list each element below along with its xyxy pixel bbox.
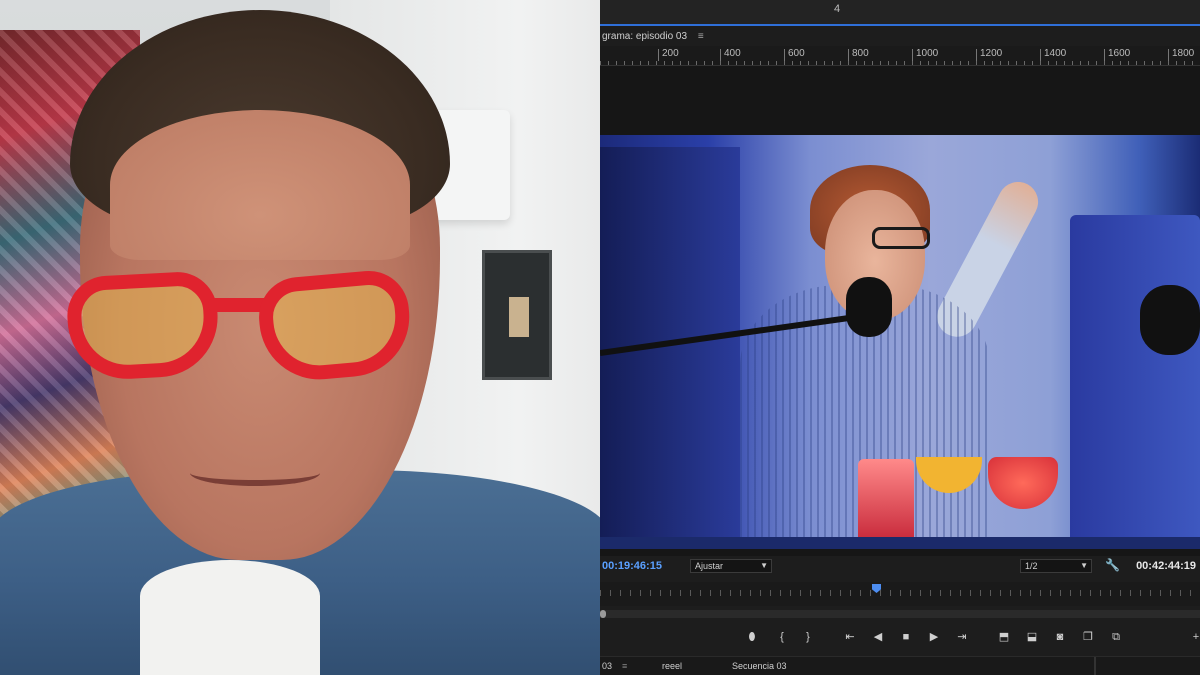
person-mouth bbox=[190, 460, 320, 486]
ruler-tick: 1200 bbox=[976, 49, 1002, 61]
woman-glasses bbox=[872, 227, 930, 249]
podcast-microphone bbox=[846, 277, 892, 337]
step-back-button[interactable]: ◀ bbox=[868, 628, 888, 646]
program-monitor-title[interactable]: grama: episodio 03 ≡ bbox=[600, 28, 704, 46]
safe-margins-button[interactable]: ⧉ bbox=[1106, 628, 1126, 646]
mark-out-button[interactable]: } bbox=[798, 628, 818, 646]
step-forward-button[interactable]: ▶ bbox=[924, 628, 944, 646]
zoom-fit-dropdown[interactable]: Ajustar ▼ bbox=[690, 559, 772, 573]
wrench-icon[interactable]: 🔧 bbox=[1105, 558, 1120, 572]
editor-top-bar: 4 bbox=[600, 0, 1200, 26]
ruler-tick: 200 bbox=[658, 49, 679, 61]
video-frame[interactable] bbox=[600, 135, 1200, 549]
tab-reeel[interactable]: reeel bbox=[662, 661, 682, 671]
zoom-scrollbar[interactable] bbox=[600, 610, 1200, 618]
chevron-down-icon: ▼ bbox=[760, 561, 768, 570]
add-marker-button[interactable]: ⬮ bbox=[742, 628, 762, 646]
program-monitor[interactable] bbox=[600, 66, 1200, 556]
picture-frame bbox=[482, 250, 552, 380]
time-ruler[interactable]: 200 400 600 800 1000 1200 1400 1600 1800 bbox=[600, 46, 1200, 66]
scroll-handle[interactable] bbox=[600, 610, 606, 618]
extract-button[interactable]: ⬓ bbox=[1022, 628, 1042, 646]
transport-controls: ⬮ {} ⇤ ◀ ■ ▶ ⇥ ⬒ ⬓ ◙ ❐ ⧉ + bbox=[600, 622, 1200, 652]
go-to-out-button[interactable]: ⇥ bbox=[952, 628, 972, 646]
red-glasses bbox=[65, 262, 428, 385]
current-timecode[interactable]: 00:19:46:15 bbox=[602, 560, 662, 572]
add-button-button[interactable]: + bbox=[1186, 628, 1200, 646]
comparison-view-button[interactable]: ❐ bbox=[1078, 628, 1098, 646]
panel-divider bbox=[1094, 657, 1096, 675]
tab-secuencia-03[interactable]: Secuencia 03 bbox=[732, 661, 787, 671]
ruler-tick: 1400 bbox=[1040, 49, 1066, 61]
red-cocktail bbox=[858, 459, 914, 549]
ruler-tick: 1800 bbox=[1168, 49, 1194, 61]
program-monitor-label: grama: episodio 03 bbox=[602, 31, 688, 42]
second-microphone bbox=[1140, 285, 1200, 355]
table-edge bbox=[600, 537, 1200, 549]
lift-button[interactable]: ⬒ bbox=[994, 628, 1014, 646]
hamburger-menu-icon[interactable]: ≡ bbox=[622, 661, 627, 671]
export-frame-button[interactable]: ◙ bbox=[1050, 628, 1070, 646]
playhead-scrubber[interactable] bbox=[600, 582, 1200, 606]
pink-cocktail bbox=[988, 457, 1058, 509]
zoom-fit-value: Ajustar bbox=[695, 561, 724, 571]
tab-03[interactable]: 03 bbox=[602, 661, 612, 671]
stop-button[interactable]: ■ bbox=[896, 628, 916, 646]
monitor-controls: 00:19:46:15 Ajustar ▼ 1/2 ▼ 🔧 00:42:44:1… bbox=[600, 558, 1200, 578]
video-editor: 4 grama: episodio 03 ≡ 200 400 600 800 1… bbox=[600, 0, 1200, 675]
bottom-panel-tabs: 03 ≡ reeel Secuencia 03 bbox=[600, 656, 1200, 675]
playback-resolution-dropdown[interactable]: 1/2 ▼ bbox=[1020, 559, 1092, 573]
ruler-tick: 600 bbox=[784, 49, 805, 61]
ruler-tick: 800 bbox=[848, 49, 869, 61]
webcam-feed bbox=[0, 0, 600, 675]
hamburger-menu-icon[interactable]: ≡ bbox=[698, 31, 704, 42]
ruler-tick: 400 bbox=[720, 49, 741, 61]
white-tshirt bbox=[140, 560, 320, 675]
tab-number: 4 bbox=[834, 3, 841, 15]
ruler-tick: 1600 bbox=[1104, 49, 1130, 61]
mark-in-button[interactable]: { bbox=[772, 628, 792, 646]
resolution-value: 1/2 bbox=[1025, 561, 1038, 571]
person-forehead bbox=[110, 110, 410, 260]
duration-timecode: 00:42:44:19 bbox=[1136, 560, 1196, 572]
acoustic-panel-right bbox=[1070, 215, 1200, 549]
go-to-in-button[interactable]: ⇤ bbox=[840, 628, 860, 646]
chevron-down-icon: ▼ bbox=[1080, 561, 1088, 570]
ruler-tick: 1000 bbox=[912, 49, 938, 61]
